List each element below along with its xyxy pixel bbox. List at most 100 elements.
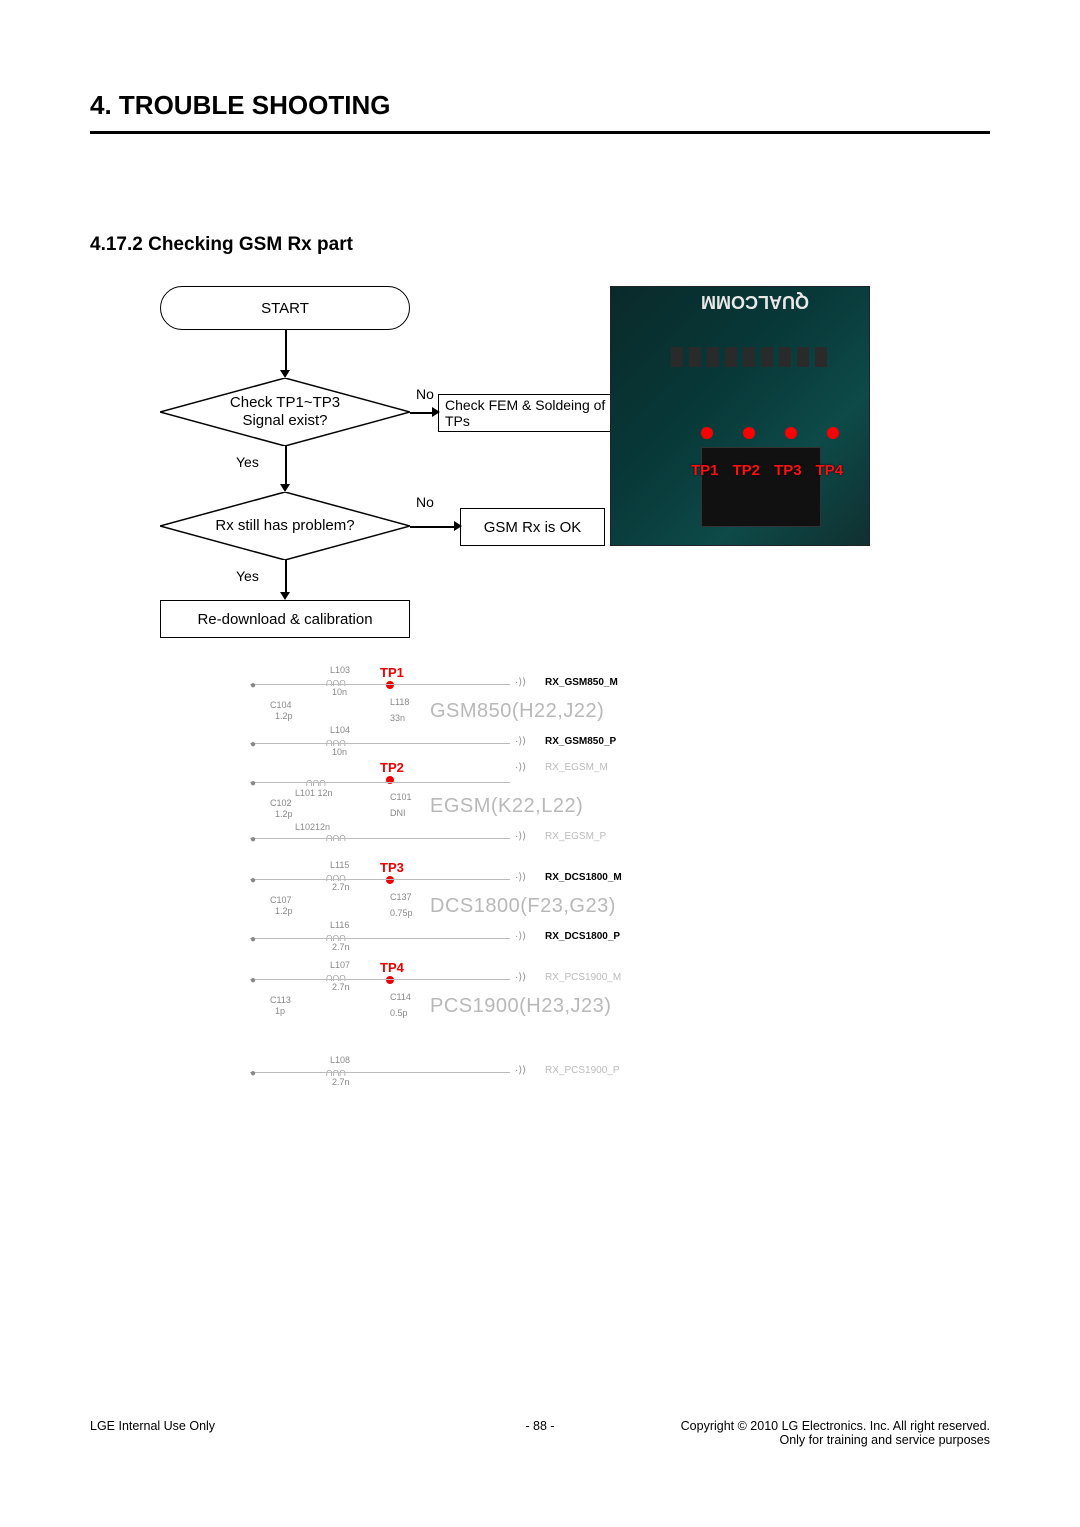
schematic-signal: RX_EGSM_P [545,831,606,842]
flow-decision-signal: Check TP1~TP3Signal exist? [160,378,410,446]
flow-d2-text: Rx still has problem? [215,517,354,535]
schematic-tp-dot [386,681,394,689]
schematic-value: 10n [332,747,347,757]
flowchart: START Check TP1~TP3Signal exist? No Chec… [90,286,570,656]
schematic-comp: C102 [270,798,292,808]
flow-connector [410,526,456,528]
title-rule [90,131,990,134]
arrow-down-icon [280,592,290,600]
schematic-value: 1p [275,1006,285,1016]
schematic-signal: RX_PCS1900_M [545,972,621,983]
schematic-tp3-label: TP3 [380,860,404,875]
schematic-value: 2.7n [332,942,350,952]
schematic-signal: RX_GSM850_M [545,677,618,688]
flow-connector [285,330,287,370]
pcb-tp-markers [701,427,839,439]
schematic-comp: L108 [330,1055,350,1065]
schematic-value: 33n [390,713,405,723]
footer-left: LGE Internal Use Only [90,1419,215,1433]
schematic-value: 10n [332,687,347,697]
flow-label-yes: Yes [236,568,259,584]
arrow-down-icon [280,370,290,378]
schematic-comp: C101 [390,792,412,802]
schematic-comp: C113 [270,995,291,1005]
schematic-comp: L116 [330,920,349,930]
schematic-value: 1.2p [275,809,293,819]
pcb-tp4-label: TP4 [816,462,844,479]
flow-label-no: No [416,494,434,510]
schematic-band-label: GSM850(H22,J22) [430,700,604,723]
flow-connector [410,412,434,414]
off-page-icon: ·⟩⟩ [515,872,526,883]
schematic-value: 2.7n [332,1077,350,1087]
schematic-value: 1.2p [275,906,293,916]
schematic-signal: RX_EGSM_M [545,762,608,773]
schematic-band-label: EGSM(K22,L22) [430,795,583,818]
schematic-tp2-label: TP2 [380,760,404,775]
schematic-band-label: DCS1800(F23,G23) [430,895,616,918]
schematic-comp: C104 [270,700,292,710]
flow-check-fem-label: Check FEM & Soldeing of TPs [445,397,631,429]
schematic-tp1-label: TP1 [380,665,404,680]
schematic-signal: RX_GSM850_P [545,736,616,747]
schematic-band-label: PCS1900(H23,J23) [430,995,611,1018]
off-page-icon: ·⟩⟩ [515,677,526,688]
schematic-tp-dot [386,876,394,884]
schematic-value: 0.75p [390,908,413,918]
schematic-comp: C114 [390,992,411,1002]
pcb-chip [701,447,821,527]
content-row: START Check TP1~TP3Signal exist? No Chec… [90,286,990,656]
schematic-comp: L107 [330,960,350,970]
pcb-chip-brand: QUALCOMM [701,291,809,312]
schematic-comp: L115 [330,860,349,870]
pcb-tp1-label: TP1 [691,462,719,479]
schematic-value: 0.5p [390,1008,408,1018]
off-page-icon: ·⟩⟩ [515,762,526,773]
schematic-tp-dot [386,976,394,984]
flow-label-no: No [416,386,434,402]
off-page-icon: ·⟩⟩ [515,972,526,983]
schematic-signal: RX_PCS1900_P [545,1065,620,1076]
schematic-comp: L101 12n [295,788,333,798]
pcb-tp2-label: TP2 [733,462,761,479]
footer-purpose: Only for training and service purposes [681,1433,990,1447]
flow-d1-text: Check TP1~TP3Signal exist? [230,394,340,430]
off-page-icon: ·⟩⟩ [515,931,526,942]
flow-start-label: START [261,300,309,317]
pcb-tp-labels: TP1 TP2 TP3 TP4 [691,462,843,479]
flow-redownload-label: Re-download & calibration [197,611,372,628]
schematic-signal: RX_DCS1800_P [545,931,620,942]
schematic-signal: RX_DCS1800_M [545,872,622,883]
flow-start: START [160,286,410,330]
footer-copyright: Copyright © 2010 LG Electronics. Inc. Al… [681,1419,990,1433]
pcb-photo: QUALCOMM TP1 TP2 TP3 TP4 [610,286,870,546]
flow-gsm-ok-label: GSM Rx is OK [484,519,582,536]
schematic-tp4-label: TP4 [380,960,404,975]
flow-decision-problem: Rx still has problem? [160,492,410,560]
schematic-comp: C137 [390,892,412,902]
flow-label-yes: Yes [236,454,259,470]
schematic-comp: L118 [390,697,409,707]
page: 4. TROUBLE SHOOTING 4.17.2 Checking GSM … [0,0,1080,1527]
footer-page-number: - 88 - [525,1419,554,1433]
flow-connector [285,446,287,484]
flow-check-fem: Check FEM & Soldeing of TPs [438,394,638,432]
flow-connector [285,560,287,592]
section-heading: 4.17.2 Checking GSM Rx part [90,234,990,256]
schematic-value: DNI [390,808,406,818]
schematic-value: 2.7n [332,982,350,992]
schematic-comp: C107 [270,895,292,905]
chapter-title: 4. TROUBLE SHOOTING [90,90,990,121]
arrow-down-icon [280,484,290,492]
schematic-comp: L104 [330,725,350,735]
flow-gsm-ok: GSM Rx is OK [460,508,605,546]
page-footer: LGE Internal Use Only - 88 - Copyright ©… [90,1419,990,1447]
pcb-tp3-label: TP3 [774,462,802,479]
off-page-icon: ·⟩⟩ [515,1065,526,1076]
schematic-value: 1.2p [275,711,293,721]
schematic-value: 2.7n [332,882,350,892]
schematic-diagram: L103 ∩∩∩ 10n TP1 ● ·⟩⟩ RX_GSM850_M C104 … [250,665,800,1105]
off-page-icon: ·⟩⟩ [515,831,526,842]
footer-right: Copyright © 2010 LG Electronics. Inc. Al… [681,1419,990,1447]
schematic-comp: L103 [330,665,350,675]
